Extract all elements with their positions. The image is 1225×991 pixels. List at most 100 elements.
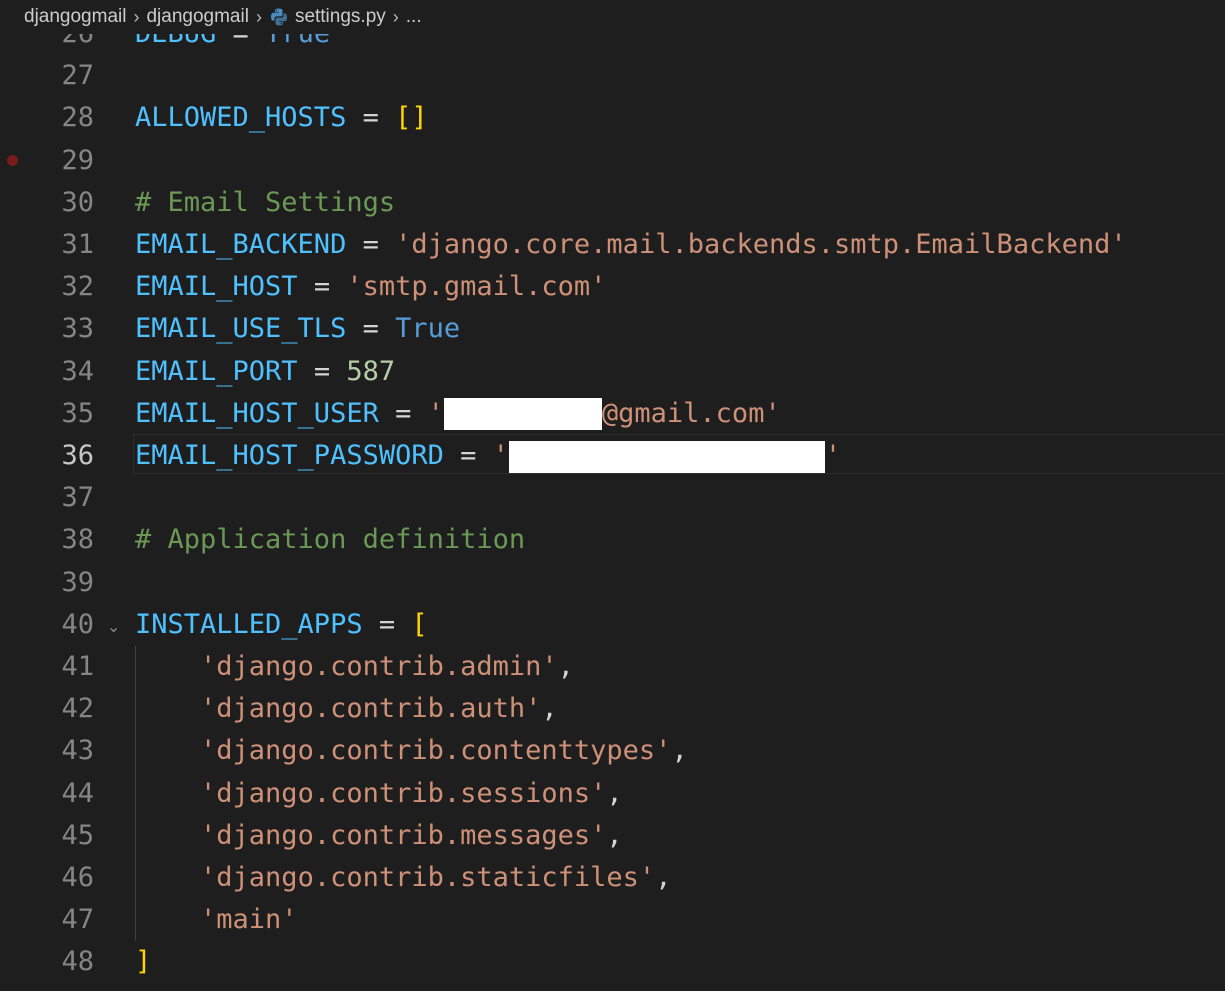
code-token: 'django.contrib.admin' [200, 651, 558, 682]
code-token: ] [135, 946, 152, 978]
code-text: EMAIL_HOST = 'smtp.gmail.com' [135, 266, 606, 308]
code-text: ] [135, 941, 151, 983]
code-line[interactable]: 34 EMAIL_PORT = 587 [0, 351, 1225, 393]
code-token: , [671, 735, 688, 767]
code-text: EMAIL_BACKEND = 'django.core.mail.backen… [135, 224, 1127, 266]
code-line[interactable]: 38 # Application definition [0, 519, 1225, 561]
line-number: 48 [61, 946, 94, 978]
code-line[interactable]: 36 EMAIL_HOST_PASSWORD = ' ' [0, 435, 1225, 477]
line-number: 33 [61, 313, 94, 345]
line-number: 37 [61, 482, 94, 514]
line-number: 46 [61, 862, 94, 893]
code-token: 'django.contrib.messages' [200, 819, 607, 851]
code-token: [] [395, 102, 428, 134]
line-number: 27 [61, 60, 94, 92]
breadcrumb-item-subfolder[interactable]: djangogmail [146, 6, 248, 28]
line-number: 31 [61, 229, 94, 260]
code-token: INSTALLED_APPS [135, 608, 363, 640]
chevron-right-icon: › [255, 6, 262, 27]
code-line[interactable]: 28 ALLOWED_HOSTS = [] [0, 97, 1225, 139]
code-token: ' [824, 440, 842, 471]
code-line[interactable]: 39 [0, 562, 1225, 604]
code-line[interactable]: 46 'django.contrib.staticfiles', [0, 857, 1225, 899]
code-text: 'django.contrib.sessions', [135, 773, 623, 815]
code-token: 'django.contrib.contenttypes' [200, 735, 672, 767]
code-text: 'main' [135, 899, 298, 941]
line-number: 34 [61, 355, 94, 387]
code-line[interactable]: 31 EMAIL_BACKEND = 'django.core.mail.back… [0, 224, 1225, 266]
code-line[interactable]: 37 [0, 477, 1225, 519]
code-token: = [346, 102, 396, 134]
code-text: 'django.contrib.staticfiles', [135, 857, 671, 899]
code-line[interactable]: 33 EMAIL_USE_TLS = True [0, 308, 1225, 350]
code-token: 'django.contrib.auth' [200, 693, 542, 725]
code-line[interactable]: 35 EMAIL_HOST_USER = ' @gmail.com' [0, 393, 1225, 435]
code-token: = [443, 440, 493, 471]
code-text: # Application definition [135, 519, 525, 561]
code-line[interactable]: 32 EMAIL_HOST = 'smtp.gmail.com' [0, 266, 1225, 308]
code-text: ALLOWED_HOSTS = [] [135, 97, 428, 139]
code-token: 'smtp.gmail.com' [346, 271, 607, 303]
python-file-icon [270, 8, 287, 26]
code-text: # Email Settings [135, 182, 395, 224]
line-number: 42 [61, 693, 94, 725]
code-token: 'django.core.mail.backends.smtp.EmailBac… [395, 229, 1127, 260]
code-line[interactable]: 45 'django.contrib.messages', [0, 815, 1225, 857]
line-number: 32 [61, 271, 94, 303]
code-token: True [395, 313, 461, 345]
code-line[interactable]: 44 'django.contrib.sessions', [0, 773, 1225, 815]
chevron-right-icon: › [133, 6, 140, 27]
code-token: , [541, 693, 558, 725]
code-text: EMAIL_USE_TLS = True [135, 308, 460, 350]
code-token: , [606, 819, 623, 851]
code-token: = [346, 229, 396, 260]
breadcrumb-item-symbol[interactable]: ... [406, 6, 422, 28]
code-token: EMAIL_HOST_PASSWORD [135, 440, 444, 471]
line-number: 39 [61, 566, 94, 598]
redacted-block [508, 440, 825, 473]
code-token: ' [492, 440, 509, 471]
code-token: EMAIL_USE_TLS [135, 313, 347, 345]
code-token: , [557, 651, 574, 682]
code-line[interactable]: 42 'django.contrib.auth', [0, 688, 1225, 730]
code-line[interactable]: 48] [0, 941, 1225, 983]
line-number: 43 [61, 735, 94, 767]
code-text: 'django.contrib.auth', [135, 688, 558, 730]
code-line[interactable]: 47 'main' [0, 899, 1225, 941]
breadcrumb-item-folder[interactable]: djangogmail [24, 6, 126, 28]
redacted-block [443, 398, 602, 431]
line-number: 38 [61, 524, 94, 556]
line-number: 36 [61, 440, 94, 471]
code-token: ALLOWED_HOSTS [135, 102, 347, 134]
code-line[interactable]: 41 'django.contrib.admin', [0, 646, 1225, 688]
breadcrumb: djangogmail › djangogmail › settings.py … [0, 0, 1225, 34]
code-token: ' [427, 397, 444, 429]
code-token: EMAIL_HOST [135, 271, 298, 303]
line-number: 28 [61, 102, 94, 134]
breadcrumb-item-file[interactable]: settings.py [295, 6, 386, 28]
code-token: , [655, 862, 672, 893]
line-number: 35 [61, 397, 94, 429]
code-line[interactable]: 43 'django.contrib.contenttypes', [0, 730, 1225, 772]
code-editor[interactable]: ⌄ 26DEBUG = True2728ALLOWED_HOSTS = []29… [0, 0, 1225, 991]
code-line[interactable]: 27 [0, 55, 1225, 97]
code-token: EMAIL_HOST_USER [135, 397, 379, 429]
code-token: 'django.contrib.sessions' [200, 777, 607, 809]
code-line[interactable]: 29 [0, 140, 1225, 182]
code-token: # Email Settings [135, 186, 396, 218]
code-token: = [297, 271, 347, 303]
code-line[interactable]: 40 INSTALLED_APPS = [ [0, 604, 1225, 646]
code-token: , [606, 777, 623, 809]
code-token: 'main' [200, 904, 298, 936]
code-text: EMAIL_PORT = 587 [135, 351, 395, 393]
line-number: 47 [61, 904, 94, 936]
code-token: # Application definition [135, 524, 526, 556]
code-line[interactable]: 30 # Email Settings [0, 182, 1225, 224]
code-token: 587 [346, 355, 396, 387]
